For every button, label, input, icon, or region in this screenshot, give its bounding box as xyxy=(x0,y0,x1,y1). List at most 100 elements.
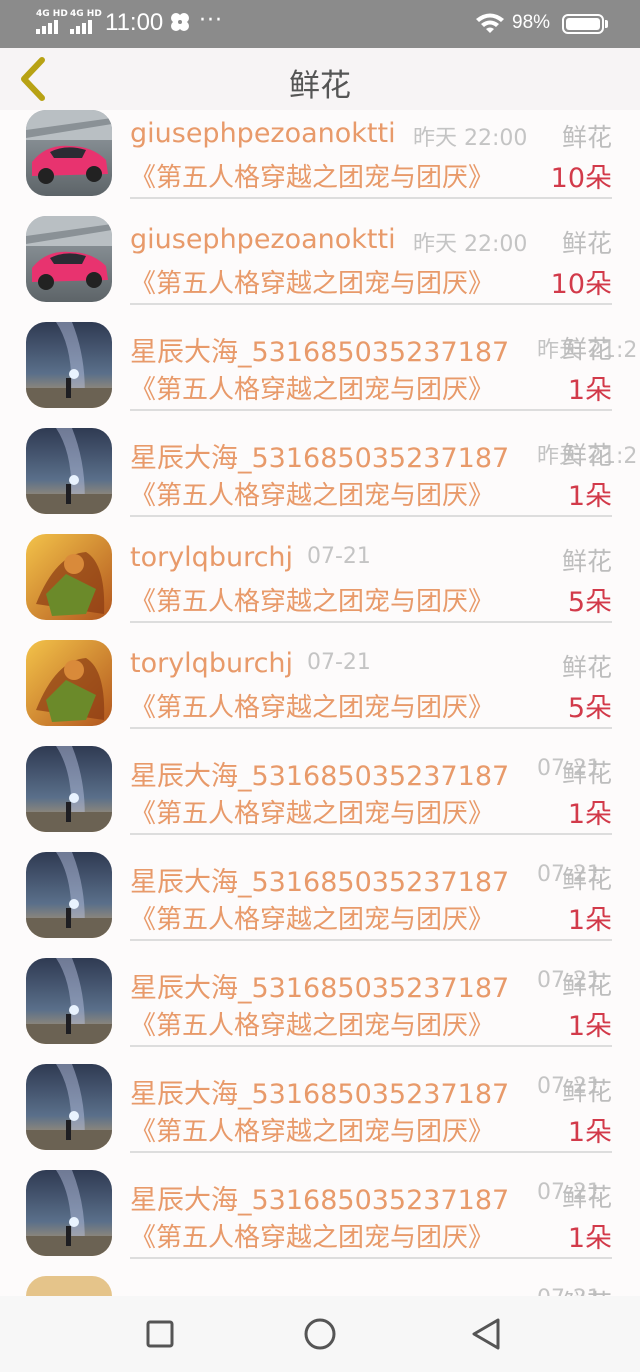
status-bar: 4G HD 4G HD 11:00 ··· 98% xyxy=(0,0,640,48)
list-item[interactable]: giusephpezoanoktti 昨天 22:00 鲜花《第五人格穿越之团宠与团… xyxy=(0,212,640,318)
clock: 11:00 xyxy=(105,9,164,36)
avatar[interactable] xyxy=(26,640,112,726)
flower-count: 1朵 xyxy=(567,375,612,406)
list-item[interactable]: 07-21鲜花 xyxy=(0,1272,640,1296)
row-divider xyxy=(130,727,612,729)
row-divider xyxy=(130,303,612,305)
fan-icon xyxy=(171,13,189,31)
list-item[interactable]: 星辰大海_53168503523​7187 07-21 鲜花 《第五人格穿越之团宠与团… xyxy=(0,954,640,1060)
book-title[interactable]: 《第五人格穿越之团宠与团厌》 xyxy=(130,263,494,300)
row-divider xyxy=(130,197,612,199)
gift-type: 鲜花 xyxy=(561,335,612,364)
user-name[interactable]: giusephpezoanoktti xyxy=(130,224,396,255)
list-item[interactable]: giusephpezoanoktti 昨天 22:00 鲜花《第五人格穿越之团宠与团… xyxy=(0,110,640,212)
user-name[interactable]: torylqburchj xyxy=(130,542,293,573)
book-title[interactable]: 《第五人格穿越之团宠与团厌》 xyxy=(130,1005,494,1042)
list-item[interactable]: 星辰大海_53168503523​7187 07-21 鲜花 《第五人格穿越之团宠与团… xyxy=(0,848,640,954)
book-title[interactable]: 《第五人格穿越之团宠与团厌》 xyxy=(130,687,494,724)
gift-type: 鲜花 xyxy=(562,1284,612,1296)
avatar[interactable] xyxy=(26,322,112,408)
avatar[interactable] xyxy=(26,1064,112,1150)
gift-type: 鲜花 xyxy=(561,123,612,152)
gift-type: 鲜花 xyxy=(561,1183,612,1212)
network-type-1: 4G HD xyxy=(36,9,68,19)
book-title[interactable]: 《第五人格穿越之团宠与团厌》 xyxy=(130,581,494,618)
book-title[interactable]: 《第五人格穿越之团宠与团厌》 xyxy=(130,157,494,194)
avatar[interactable] xyxy=(26,534,112,620)
flower-gift-list[interactable]: giusephpezoanoktti 昨天 22:00 鲜花 《第五人格穿越之团宠与团… xyxy=(0,110,640,1296)
user-name[interactable]: 星辰大海_53168503523​7187 xyxy=(130,1178,509,1217)
user-name[interactable]: 星辰大海_53168503523​7187 xyxy=(130,754,509,793)
avatar[interactable] xyxy=(26,958,112,1044)
flower-count: 1朵 xyxy=(567,905,612,936)
row-divider xyxy=(130,1151,612,1153)
list-item[interactable]: 星辰大海_53168503523​7187 昨天 21:2 鲜花 《第五人格穿越之团宠… xyxy=(0,318,640,424)
flower-count: 1朵 xyxy=(567,1223,612,1254)
flower-count: 10朵 xyxy=(550,269,612,300)
row-divider xyxy=(130,621,612,623)
list-item[interactable]: 星辰大海_53168503523​7187 昨天 21:2 鲜花 《第五人格穿越之团宠… xyxy=(0,424,640,530)
user-name[interactable]: 星辰大海_53168503523​7187 xyxy=(130,436,509,475)
flower-count: 1朵 xyxy=(567,1117,612,1148)
row-divider xyxy=(130,1257,612,1259)
battery-percent: 98% xyxy=(512,12,551,33)
gift-type: 鲜花 xyxy=(561,1077,612,1106)
book-title[interactable]: 《第五人格穿越之团宠与团厌》 xyxy=(130,1217,494,1254)
book-title[interactable]: 《第五人格穿越之团宠与团厌》 xyxy=(130,793,494,830)
list-item[interactable]: 星辰大海_53168503523​7187 07-21 鲜花 《第五人格穿越之团宠与团… xyxy=(0,742,640,848)
gift-type: 鲜花 xyxy=(561,759,612,788)
list-item[interactable]: torylqburchj 07-21 鲜花 《第五人格穿越之团宠与团厌》 5朵 xyxy=(0,530,640,636)
row-divider xyxy=(130,939,612,941)
avatar[interactable] xyxy=(26,428,112,514)
book-title[interactable]: 《第五人格穿越之团宠与团厌》 xyxy=(130,1111,494,1148)
system-nav-bar xyxy=(0,1296,640,1372)
gift-time: 昨天 22:00 xyxy=(413,232,528,257)
gift-time: 昨天 22:00 xyxy=(413,126,528,151)
battery-tip xyxy=(605,20,608,28)
recent-apps-square-icon[interactable] xyxy=(140,1314,180,1354)
nav-header: 鲜花 xyxy=(0,48,640,110)
back-triangle-icon[interactable] xyxy=(466,1314,506,1354)
avatar[interactable] xyxy=(26,852,112,938)
flower-count: 1朵 xyxy=(567,799,612,830)
list-item[interactable]: 星辰大海_53168503523​7187 07-21 鲜花 《第五人格穿越之团宠与团… xyxy=(0,1060,640,1166)
user-name[interactable]: giusephpezoanoktti xyxy=(130,118,396,149)
avatar[interactable] xyxy=(26,1170,112,1256)
avatar[interactable] xyxy=(26,746,112,832)
gift-type: 鲜花 xyxy=(561,229,612,258)
user-name[interactable]: 星辰大海_53168503523​7187 xyxy=(130,1072,509,1111)
book-title[interactable]: 《第五人格穿越之团宠与团厌》 xyxy=(130,899,494,936)
flower-count: 1朵 xyxy=(567,481,612,512)
list-item[interactable]: 星辰大海_53168503523​7187 07-21 鲜花 《第五人格穿越之团宠与团… xyxy=(0,1166,640,1272)
page-title: 鲜花 xyxy=(289,68,351,104)
user-name[interactable]: torylqburchj xyxy=(130,648,293,679)
row-divider xyxy=(130,515,612,517)
network-type-2: 4G HD xyxy=(70,9,102,19)
gift-type: 鲜花 xyxy=(561,547,612,576)
more-notifications-icon: ··· xyxy=(199,8,223,33)
row-divider xyxy=(130,409,612,411)
gift-type: 鲜花 xyxy=(561,865,612,894)
book-title[interactable]: 《第五人格穿越之团宠与团厌》 xyxy=(130,369,494,406)
gift-time: 07-21 xyxy=(307,544,371,569)
battery-icon xyxy=(562,14,604,34)
flower-count: 10朵 xyxy=(550,163,612,194)
avatar[interactable] xyxy=(26,110,112,196)
avatar[interactable] xyxy=(26,1276,112,1296)
book-title[interactable]: 《第五人格穿越之团宠与团厌》 xyxy=(130,475,494,512)
signal-icon xyxy=(36,20,62,34)
row-divider xyxy=(130,1045,612,1047)
list-item[interactable]: torylqburchj 07-21 鲜花《第五人格穿越之团宠与团厌》 5朵 xyxy=(0,636,640,742)
flower-count: 1朵 xyxy=(567,1011,612,1042)
signal-icon-2 xyxy=(70,20,96,34)
home-circle-icon[interactable] xyxy=(300,1314,340,1354)
user-name[interactable]: 星辰大海_53168503523​7187 xyxy=(130,860,509,899)
gift-type: 鲜花 xyxy=(561,653,612,682)
gift-time: 07-21 xyxy=(307,650,371,675)
user-name[interactable]: 星辰大海_53168503523​7187 xyxy=(130,330,509,369)
avatar[interactable] xyxy=(26,216,112,302)
flower-count: 5朵 xyxy=(567,693,612,724)
wifi-icon xyxy=(476,13,504,33)
gift-type: 鲜花 xyxy=(561,971,612,1000)
user-name[interactable]: 星辰大海_53168503523​7187 xyxy=(130,966,509,1005)
